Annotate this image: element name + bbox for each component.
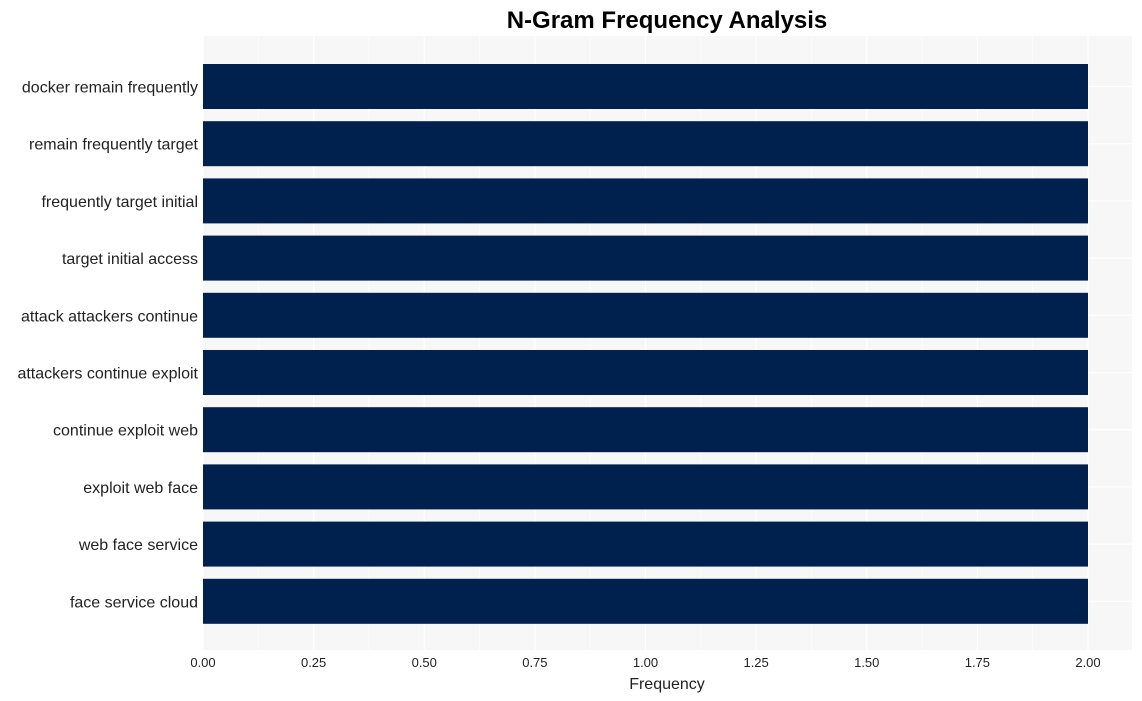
x-tick-label: 1.25 — [743, 655, 768, 670]
bar — [203, 350, 1088, 395]
y-tick-label: remain frequently target — [29, 137, 199, 154]
x-tick-label: 0.75 — [522, 655, 547, 670]
bar — [203, 64, 1088, 109]
x-tick-label: 0.25 — [301, 655, 326, 670]
bar — [203, 235, 1088, 281]
y-tick-labels: docker remain frequently remain frequentl… — [17, 80, 198, 612]
x-tick-label: 1.00 — [633, 655, 658, 670]
chart: docker remain frequently remain frequentl… — [17, 7, 1132, 693]
x-tick-label: 1.75 — [965, 655, 990, 670]
y-tick-label: attack attackers continue — [21, 308, 198, 325]
x-tick-label: 0.50 — [412, 655, 437, 670]
bar — [203, 121, 1088, 167]
bar — [203, 578, 1088, 624]
x-tick-labels: 0.00 0.25 0.50 0.75 1.00 1.25 1.50 1.75 2.00 — [190, 655, 1100, 670]
bar — [203, 464, 1088, 510]
y-tick-label: face service cloud — [70, 594, 198, 611]
y-tick-label: docker remain frequently — [22, 80, 198, 97]
x-tick-label: 1.50 — [854, 655, 879, 670]
y-tick-label: frequently target initial — [41, 194, 198, 211]
y-tick-label: target initial access — [62, 251, 198, 268]
bar — [203, 407, 1088, 453]
bar — [203, 178, 1088, 224]
y-tick-label: exploit web face — [83, 480, 198, 497]
bar — [203, 292, 1088, 338]
x-axis-label: Frequency — [629, 676, 705, 693]
y-tick-label: attackers continue exploit — [17, 366, 198, 383]
x-tick-label: 0.00 — [190, 655, 215, 670]
y-tick-label: continue exploit web — [53, 423, 198, 440]
y-tick-label: web face service — [78, 537, 198, 554]
x-tick-label: 2.00 — [1075, 655, 1100, 670]
chart-title: N-Gram Frequency Analysis — [507, 7, 828, 34]
bar — [203, 521, 1088, 567]
